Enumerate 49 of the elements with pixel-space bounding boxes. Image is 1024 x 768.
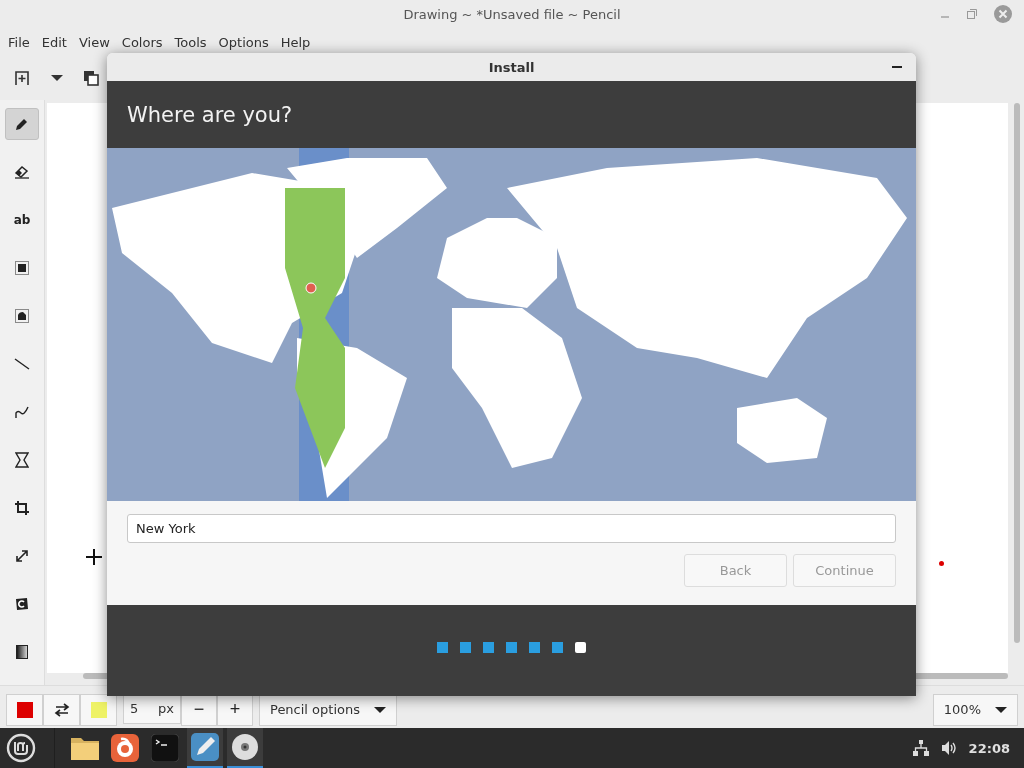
terminal-icon bbox=[151, 734, 179, 762]
menu-item[interactable]: View bbox=[72, 34, 116, 50]
menu-item[interactable]: File bbox=[2, 34, 36, 50]
page-heading: Where are you? bbox=[127, 102, 293, 127]
caret-icon bbox=[995, 705, 1007, 714]
network-icon[interactable] bbox=[912, 740, 929, 756]
secondary-color-button[interactable] bbox=[80, 693, 117, 726]
crosshair-cursor-icon bbox=[86, 549, 102, 565]
resize-arrows-icon bbox=[15, 549, 29, 563]
line-icon bbox=[14, 358, 30, 370]
tool-button[interactable]: ab bbox=[5, 204, 39, 236]
browser-icon bbox=[111, 734, 139, 762]
menu-item[interactable]: Edit bbox=[35, 34, 73, 50]
volume-icon[interactable] bbox=[940, 740, 957, 756]
dialog-title: Install bbox=[488, 59, 535, 75]
new-image-icon[interactable] bbox=[13, 69, 31, 87]
tool-button[interactable] bbox=[5, 108, 39, 140]
scrollbar[interactable] bbox=[1014, 103, 1020, 643]
menu-item[interactable]: Colors bbox=[115, 34, 169, 50]
minimize-icon[interactable] bbox=[892, 65, 902, 69]
menu-item[interactable]: Help bbox=[274, 34, 317, 50]
free-selection-icon bbox=[15, 309, 29, 323]
pencil-app-icon bbox=[191, 733, 219, 761]
folder-icon bbox=[70, 735, 100, 761]
window-title: Drawing ~ *Unsaved file ~ Pencil bbox=[403, 6, 621, 22]
zoom-dropdown[interactable]: 100% bbox=[932, 693, 1018, 726]
crop-icon bbox=[15, 501, 29, 515]
caret-icon[interactable] bbox=[51, 74, 63, 82]
gradient-icon bbox=[16, 645, 28, 659]
curve-icon bbox=[14, 405, 30, 419]
selection-icon bbox=[15, 261, 29, 275]
menu-logo-icon[interactable] bbox=[6, 733, 36, 763]
location-field[interactable]: New York bbox=[127, 514, 896, 543]
primary-color-button[interactable] bbox=[6, 693, 43, 726]
rotate-icon bbox=[15, 597, 29, 611]
menu-item[interactable]: Options bbox=[212, 34, 275, 50]
swap-colors-button[interactable] bbox=[43, 693, 80, 726]
pencil-icon bbox=[15, 117, 29, 131]
taskbar-app[interactable] bbox=[187, 728, 223, 768]
taskbar-app[interactable] bbox=[227, 728, 263, 768]
eraser-icon bbox=[14, 165, 30, 179]
clock[interactable]: 22:08 bbox=[968, 740, 1010, 756]
caret-icon bbox=[374, 705, 386, 714]
shape-icon bbox=[15, 452, 29, 468]
menu-item[interactable]: Tools bbox=[168, 34, 213, 50]
dot-mark bbox=[939, 561, 944, 566]
disc-icon bbox=[231, 733, 259, 761]
copy-icon[interactable] bbox=[83, 70, 99, 86]
swap-arrows-icon bbox=[53, 702, 70, 717]
